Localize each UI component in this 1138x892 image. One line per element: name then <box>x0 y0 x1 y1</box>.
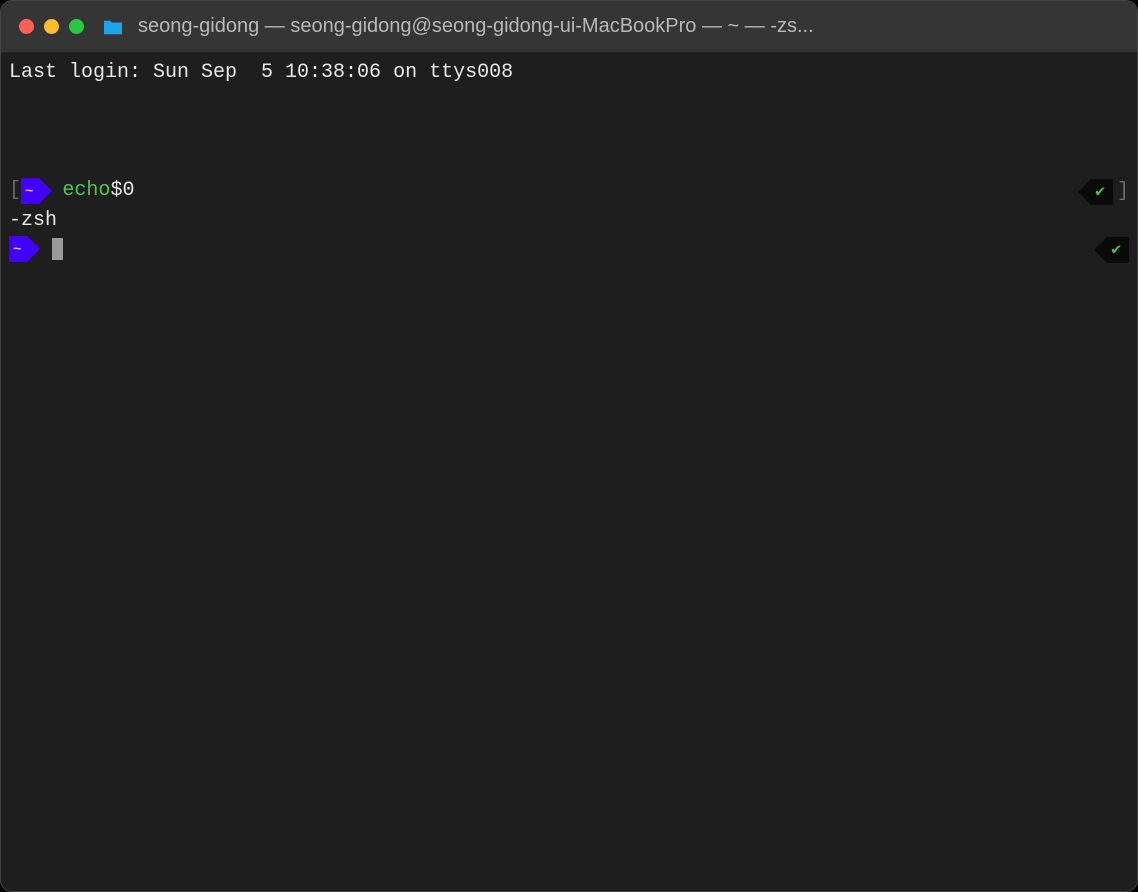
status-indicator-1: ✔ ] <box>1078 179 1129 205</box>
chevron-right-icon <box>39 178 52 204</box>
cursor <box>52 238 63 260</box>
traffic-lights <box>19 19 84 34</box>
check-icon: ✔ <box>1111 236 1121 264</box>
command-output: -zsh <box>9 207 1129 235</box>
prompt-dir-badge: ~ <box>21 178 39 204</box>
prompt-dir-text: ~ <box>25 178 33 206</box>
folder-icon <box>102 18 124 36</box>
titlebar[interactable]: seong-gidong — seong-gidong@seong-gidong… <box>1 1 1137 53</box>
prompt-dir-text: ~ <box>13 236 21 264</box>
chevron-left-icon <box>1094 237 1107 263</box>
check-icon: ✔ <box>1095 178 1105 206</box>
terminal-window: seong-gidong — seong-gidong@seong-gidong… <box>0 0 1138 892</box>
close-button[interactable] <box>19 19 34 34</box>
terminal-body[interactable]: Last login: Sun Sep 5 10:38:06 on ttys00… <box>1 53 1137 891</box>
chevron-left-icon <box>1078 179 1091 205</box>
last-login-text: Last login: Sun Sep 5 10:38:06 on ttys00… <box>9 59 1129 87</box>
prompt-dir-badge: ~ <box>9 236 27 262</box>
status-badge: ✔ <box>1091 179 1113 205</box>
prompt-segment: ~ <box>9 236 50 262</box>
prompt-segment: ~ <box>21 178 62 204</box>
maximize-button[interactable] <box>69 19 84 34</box>
command-name: echo <box>62 177 110 205</box>
prompt-line-current: ~ <box>9 235 1129 263</box>
status-indicator-2: ✔ <box>1094 237 1129 263</box>
chevron-right-icon <box>27 236 40 262</box>
bracket-open: [ <box>9 177 21 205</box>
minimize-button[interactable] <box>44 19 59 34</box>
window-title: seong-gidong — seong-gidong@seong-gidong… <box>138 15 1119 38</box>
command-arg: $0 <box>110 177 134 205</box>
prompt-line-1: [ ~ echo $0 <box>9 177 1129 205</box>
status-badge: ✔ <box>1107 237 1129 263</box>
bracket-close: ] <box>1117 178 1129 206</box>
